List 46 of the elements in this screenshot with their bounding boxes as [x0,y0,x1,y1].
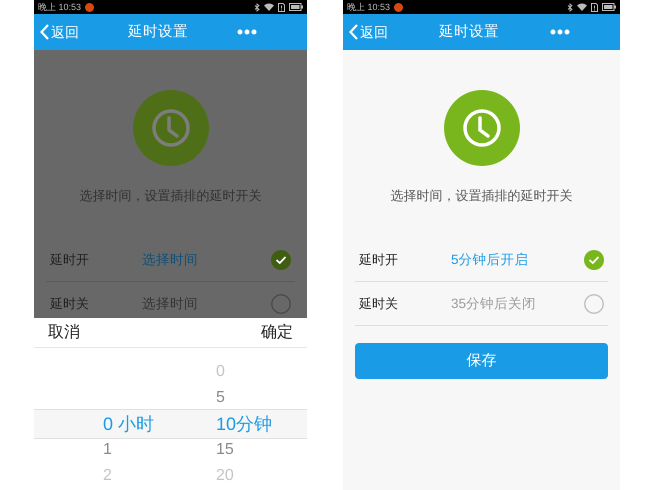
clock-icon [132,90,208,166]
confirm-button[interactable]: 确定 [261,322,293,342]
hint-text: 选择时间，设置插排的延时开关 [80,187,262,205]
unchecked-circle-icon[interactable] [271,294,291,314]
chevron-left-icon [349,24,358,40]
row-label: 延时关 [359,294,399,312]
status-time: 晚上 10:53 [38,2,82,12]
time-value[interactable]: 5分钟后开启 [451,250,584,268]
sim-icon [278,2,285,12]
chevron-left-icon [40,24,49,40]
status-time: 晚上 10:53 [347,2,390,12]
notification-icon [394,2,404,12]
back-button[interactable]: 返回 [40,23,79,41]
picker-option[interactable]: 0 小时 [103,414,154,434]
time-value[interactable]: 35分钟后关闭 [451,294,584,312]
row-label: 延时关 [50,294,90,312]
picker-option[interactable]: 20 [216,466,234,486]
picker-option[interactable]: 2 [103,466,112,486]
battery-icon [289,3,303,11]
bluetooth-icon [567,2,573,12]
more-icon[interactable] [237,29,257,35]
back-button[interactable]: 返回 [349,23,388,41]
battery-icon [602,3,616,11]
picker-option[interactable]: 5 [216,388,225,408]
picker-option[interactable]: 0 [216,362,225,382]
row-label: 延时开 [50,250,90,268]
save-button[interactable]: 保存 [355,343,608,379]
checked-circle-icon[interactable] [271,250,291,270]
unchecked-circle-icon[interactable] [584,294,604,314]
checked-circle-icon[interactable] [584,250,604,270]
row-label: 延时开 [359,250,399,268]
wifi-icon [264,3,274,11]
sim-icon [591,2,598,12]
bluetooth-icon [254,2,260,12]
notification-icon [85,2,94,12]
screen-title: 延时设置 [439,23,499,41]
cancel-button[interactable]: 取消 [48,322,80,342]
picker-option[interactable]: 10分钟 [216,414,272,434]
time-value[interactable]: 选择时间 [142,250,271,268]
more-icon[interactable] [550,29,570,35]
picker-option[interactable]: 1 [103,440,112,460]
screen-title: 延时设置 [128,23,188,41]
clock-icon [444,90,520,166]
wifi-icon [577,3,587,11]
hint-text: 选择时间，设置插排的延时开关 [390,187,572,205]
picker-option[interactable]: 15 [216,440,234,460]
